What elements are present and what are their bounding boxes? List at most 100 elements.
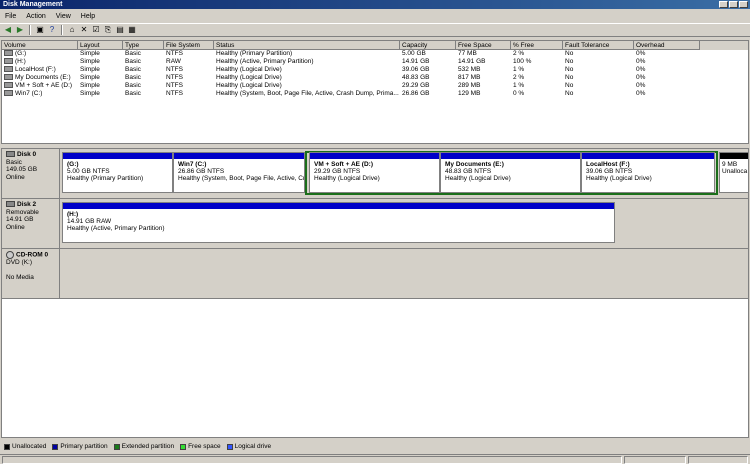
volume-cell: (G:) <box>2 50 78 58</box>
partition-name: LocalHost (F:) <box>586 161 630 168</box>
close-button[interactable] <box>739 1 748 8</box>
volume-cell: Basic <box>123 90 164 98</box>
disk-graph-view: Disk 0 Basic 149.05 GB Online (G:) 5.00 … <box>1 148 749 438</box>
back-icon[interactable]: ◀ <box>3 25 13 35</box>
volume-row[interactable]: (G:) Simple Basic NTFS Healthy (Primary Part… <box>2 50 748 58</box>
window-controls <box>719 1 748 8</box>
volume-cell-text: 0% <box>636 50 646 57</box>
volume-cell: No <box>563 90 634 98</box>
volume-row[interactable]: LocalHost (F:) Simple Basic NTFS Healthy (Lo… <box>2 66 748 74</box>
partition[interactable]: VM + Soft + AE (D:) 29.29 GB NTFS Health… <box>309 152 440 193</box>
column-header[interactable]: Capacity <box>400 41 456 50</box>
menu-bar: File Action View Help <box>0 10 750 22</box>
volume-row[interactable]: VM + Soft + AE (D:) Simple Basic NTFS Health… <box>2 82 748 90</box>
volume-cell: RAW <box>164 58 214 66</box>
column-header[interactable]: Layout <box>78 41 123 50</box>
status-pane <box>624 456 686 464</box>
forward-icon[interactable]: ▶ <box>15 25 25 35</box>
volume-row[interactable]: Win7 (C:) Simple Basic NTFS Healthy (System,… <box>2 90 748 98</box>
volume-cell-text: 2 % <box>513 74 525 81</box>
volume-list: Volume Layout Type File System Status Ca… <box>1 40 749 144</box>
column-header[interactable]: File System <box>164 41 214 50</box>
disk-row: Disk 0 Basic 149.05 GB Online (G:) 5.00 … <box>2 149 748 199</box>
volume-row[interactable]: My Documents (E:) Simple Basic NTFS Healthy … <box>2 74 748 82</box>
volume-cell-text: Healthy (Active, Primary Partition) <box>216 58 314 65</box>
partition-status: Healthy (Primary Partition) <box>67 175 144 182</box>
column-header[interactable]: Volume <box>2 41 78 50</box>
delete-icon[interactable]: ✕ <box>79 25 89 35</box>
disk-row: CD-ROM 0 DVD (K:) No Media <box>2 249 748 299</box>
menu-file[interactable]: File <box>0 13 21 20</box>
volume-cell-text: 2 % <box>513 50 525 57</box>
volume-cell: NTFS <box>164 90 214 98</box>
volume-cell-text: 0% <box>636 90 646 97</box>
disk-state: Online <box>6 223 25 231</box>
drive-icon[interactable]: ⌂ <box>67 25 77 35</box>
maximize-button[interactable] <box>729 1 738 8</box>
volume-cell: No <box>563 82 634 90</box>
column-header[interactable]: Type <box>123 41 164 50</box>
partition[interactable]: (H:) 14.91 GB RAW Healthy (Active, Prima… <box>62 202 615 243</box>
disk-name: Disk 2 <box>17 201 37 208</box>
volume-cell: 532 MB <box>456 66 511 74</box>
properties-icon[interactable]: ☑ <box>91 25 101 35</box>
volume-cell: 817 MB <box>456 74 511 82</box>
minimize-button[interactable] <box>719 1 728 8</box>
legend: Unallocated Primary partition Extended p… <box>1 440 750 453</box>
help-icon[interactable]: ? <box>47 25 57 35</box>
volume-cell-text: No <box>565 58 574 65</box>
volume-cell: 14.91 GB <box>400 58 456 66</box>
volume-cell-text: Basic <box>125 82 141 89</box>
toolbar-separator <box>29 25 31 35</box>
volume-icon <box>4 90 13 97</box>
disk-state: No Media <box>6 273 34 281</box>
volume-cell-text: 48.83 GB <box>402 74 430 81</box>
unallocated-space[interactable]: 9 MB Unalloca <box>719 152 748 193</box>
volume-cell: 1 % <box>511 66 563 74</box>
partition-name: (G:) <box>67 161 79 168</box>
volume-cell: Basic <box>123 50 164 58</box>
volume-row[interactable]: (H:) Simple Basic RAW Healthy (Active, Prima… <box>2 58 748 66</box>
legend-swatch <box>180 443 187 450</box>
refresh-icon[interactable]: ▦ <box>127 25 137 35</box>
volume-cell-text: Win7 (C:) <box>15 90 43 97</box>
volume-cell-text: Basic <box>125 74 141 81</box>
disk-label[interactable]: CD-ROM 0 DVD (K:) No Media <box>2 249 60 299</box>
volume-cell-text: No <box>565 90 574 97</box>
status-pane <box>688 456 748 464</box>
volume-icon <box>4 66 13 73</box>
partition[interactable]: Win7 (C:) 26.86 GB NTFS Healthy (System,… <box>173 152 305 193</box>
column-header[interactable]: Status <box>214 41 400 50</box>
volume-cell: 129 MB <box>456 90 511 98</box>
column-header[interactable]: Free Space <box>456 41 511 50</box>
volume-cell: VM + Soft + AE (D:) <box>2 82 78 90</box>
volume-cell-text: 0 % <box>513 90 525 97</box>
partition[interactable]: (G:) 5.00 GB NTFS Healthy (Primary Parti… <box>62 152 173 193</box>
volume-cell: 0% <box>634 50 700 58</box>
volume-cell-text: 77 MB <box>458 50 477 57</box>
partition-name: VM + Soft + AE (D:) <box>314 161 373 168</box>
disk-label[interactable]: Disk 2 Removable 14.91 GB Online <box>2 199 60 249</box>
volume-cell-text: 0% <box>636 82 646 89</box>
disk-type: Basic <box>6 158 22 166</box>
disk-label[interactable]: Disk 0 Basic 149.05 GB Online <box>2 149 60 199</box>
menu-help[interactable]: Help <box>76 13 100 20</box>
partition-name: My Documents (E:) <box>445 161 504 168</box>
disk-size <box>6 267 59 274</box>
partition[interactable]: LocalHost (F:) 39.06 GB NTFS Healthy (Lo… <box>581 152 715 193</box>
volume-cell-text: 0% <box>636 66 646 73</box>
column-header[interactable]: Fault Tolerance <box>563 41 634 50</box>
open-icon[interactable]: ⎘ <box>103 25 113 35</box>
column-header[interactable]: Overhead <box>634 41 700 50</box>
up-icon[interactable]: ▣ <box>35 25 45 35</box>
volume-cell-text: NTFS <box>166 90 183 97</box>
volume-icon <box>4 50 13 57</box>
partition[interactable]: My Documents (E:) 48.83 GB NTFS Healthy … <box>440 152 581 193</box>
volume-cell-text: Simple <box>80 50 100 57</box>
legend-item: Primary partition <box>52 443 108 450</box>
volume-cell: Basic <box>123 82 164 90</box>
menu-view[interactable]: View <box>51 13 76 20</box>
explore-icon[interactable]: ▤ <box>115 25 125 35</box>
menu-action[interactable]: Action <box>21 13 50 20</box>
column-header[interactable]: % Free <box>511 41 563 50</box>
